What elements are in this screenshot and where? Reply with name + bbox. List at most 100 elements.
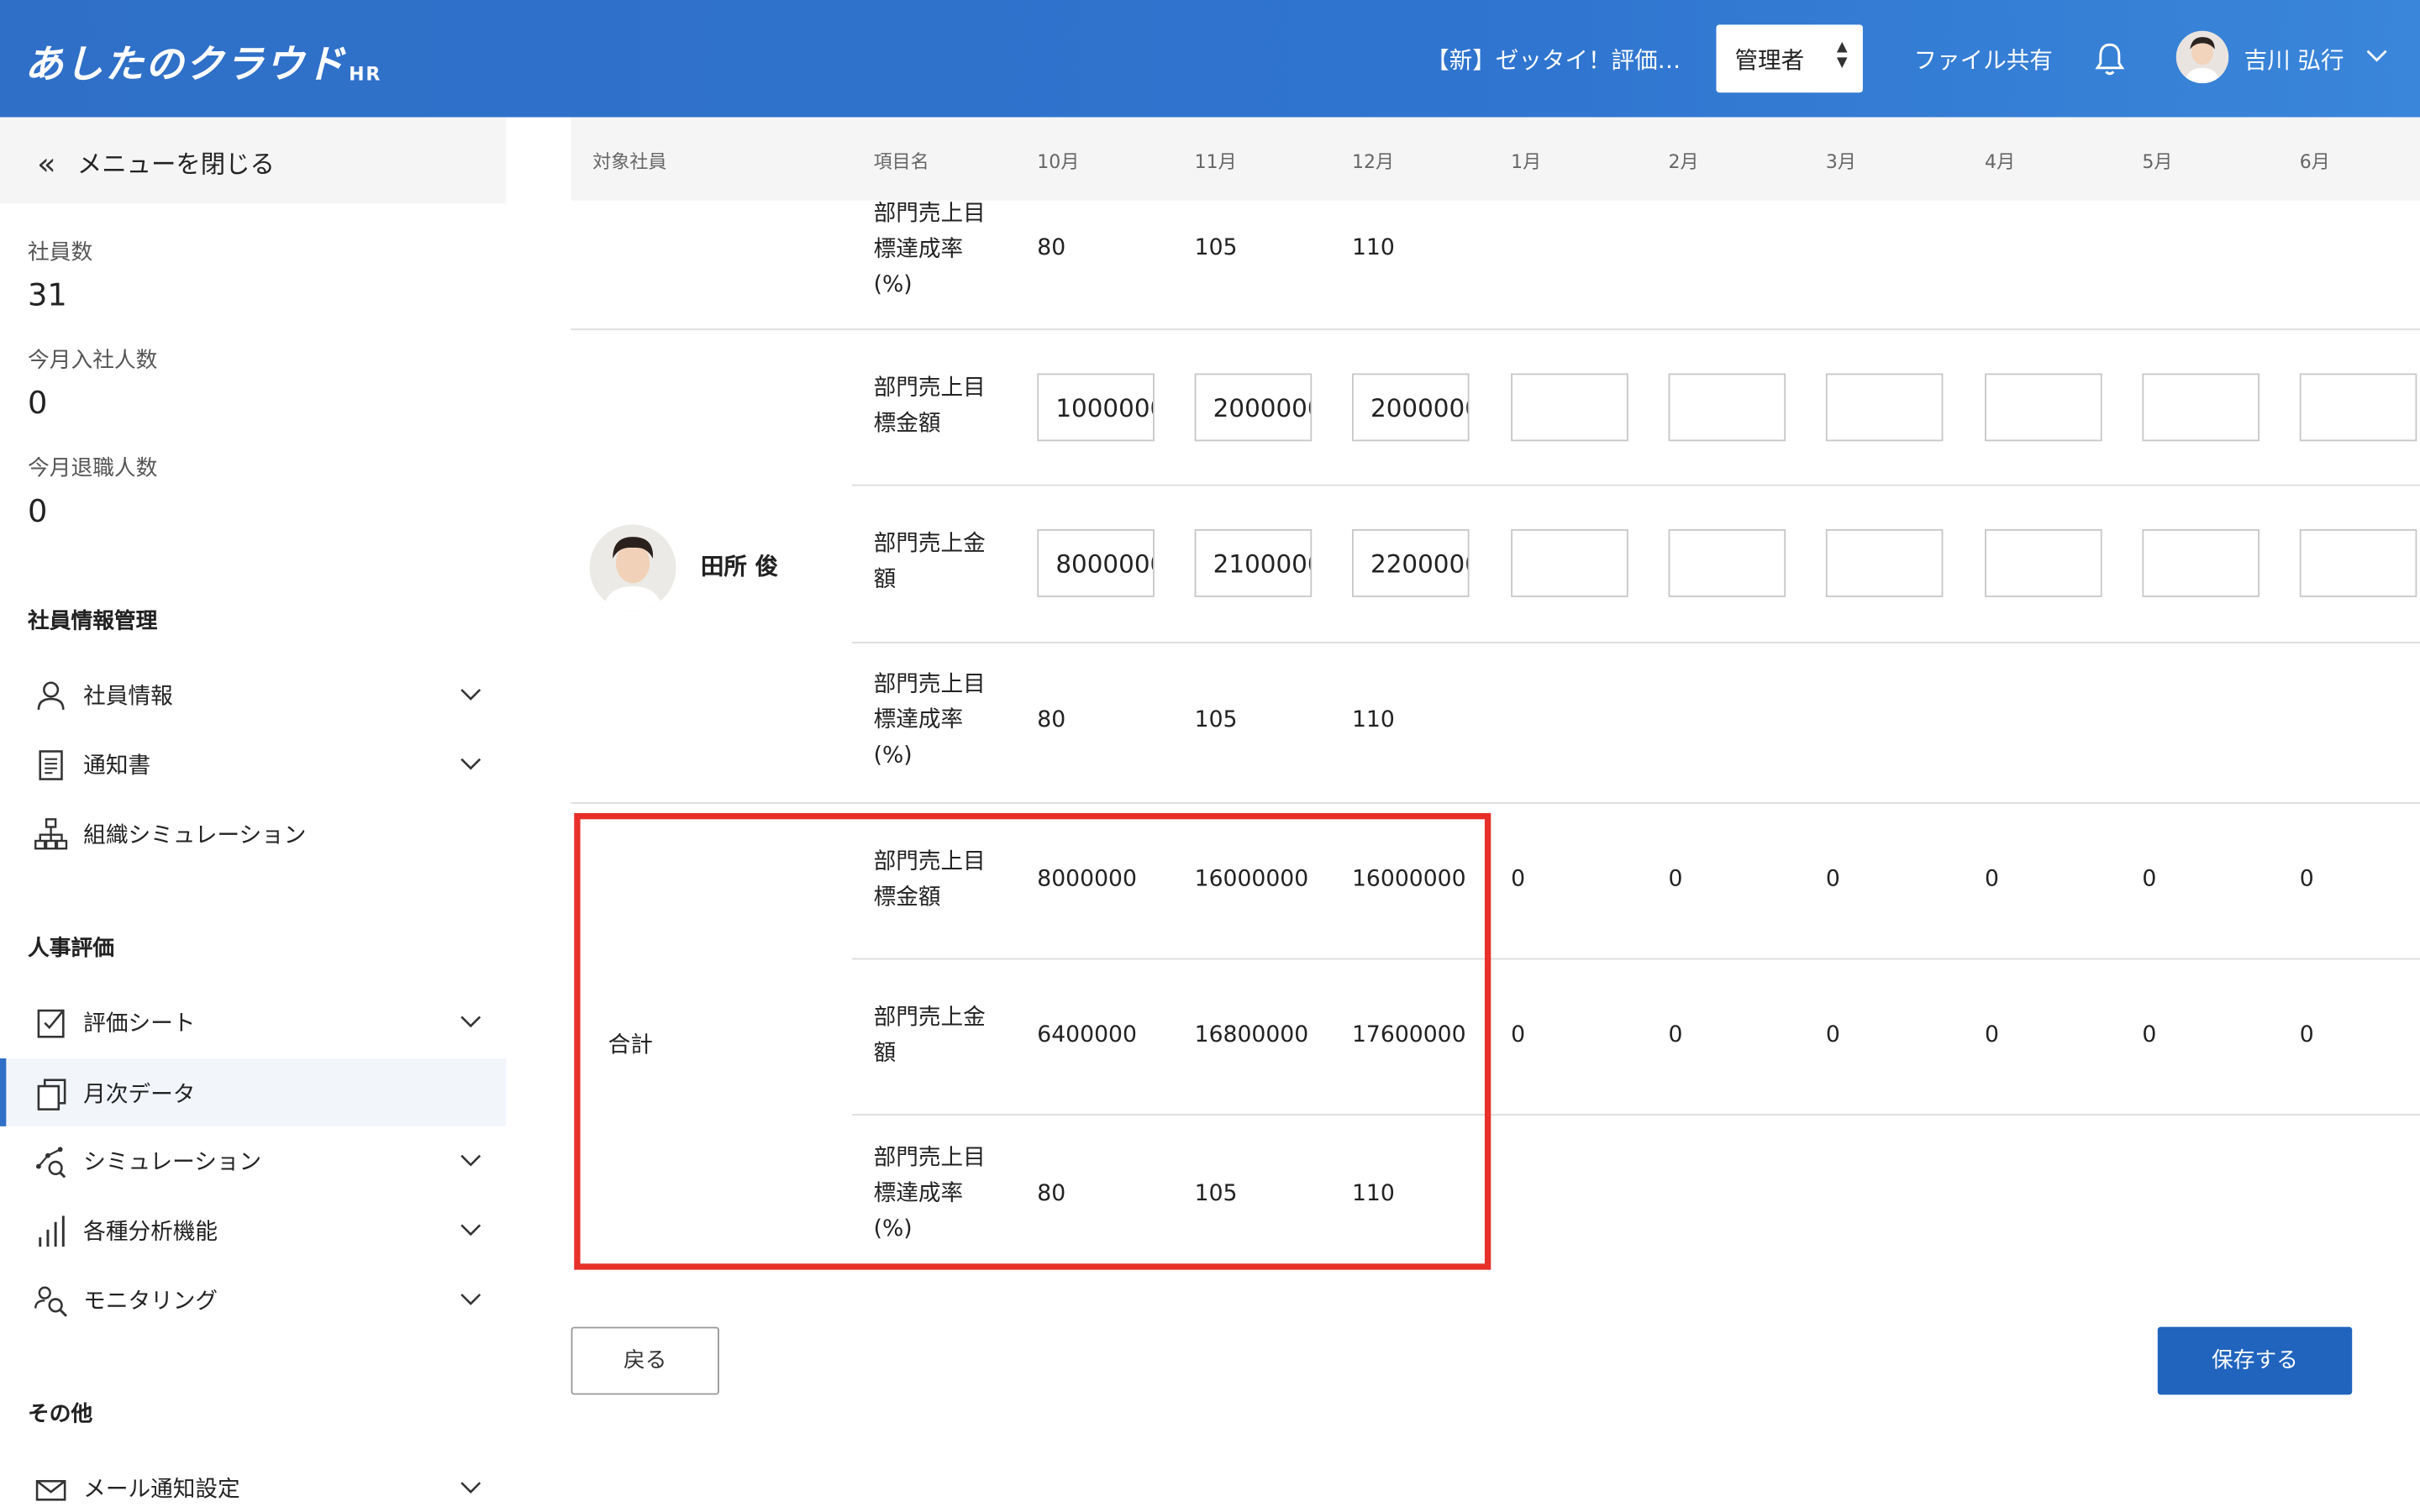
value-cell: 110 (1351, 708, 1395, 733)
item-name-cell: 部門売上目 標達成率 (%) (873, 202, 986, 298)
sidebar-item-label: 月次データ (83, 1083, 196, 1108)
monthly-input-mar[interactable] (1825, 529, 1944, 597)
double-chevron-left-icon: « (37, 144, 56, 182)
sidebar-item-label: メール通知設定 (83, 1478, 240, 1503)
total-value-cell: 0 (2299, 867, 2314, 892)
person-icon (37, 681, 65, 710)
file-share-link[interactable]: ファイル共有 (1914, 43, 2053, 76)
employee-avatar (589, 524, 676, 612)
monthly-input-feb[interactable] (1668, 529, 1786, 597)
sidebar-item-label: 通知書 (83, 754, 151, 780)
chevron-down-icon (460, 689, 481, 701)
col-header-jun: 6月 (2299, 151, 2330, 173)
sidebar-item-employee-info[interactable]: 社員情報 (0, 660, 506, 728)
monthly-input-nov[interactable]: 2000000 (1194, 373, 1313, 442)
back-button[interactable]: 戻る (571, 1326, 719, 1395)
total-value-cell: 0 (1668, 867, 1683, 892)
role-select-value: 管理者 (1734, 46, 1805, 75)
sidebar-item-mail-settings[interactable]: メール通知設定 (0, 1453, 506, 1512)
user-name[interactable]: 吉川 弘行 (2244, 43, 2344, 76)
chevron-down-icon (460, 1154, 481, 1167)
row-divider (571, 328, 2420, 331)
project-title[interactable]: 【新】ゼッタイ！評価… (1426, 43, 1681, 76)
col-header-feb: 2月 (1668, 151, 1699, 173)
sidebar-item-label: 評価シート (83, 1011, 196, 1037)
value-cell: 105 (1194, 708, 1238, 733)
monthly-input-jan[interactable] (1511, 529, 1628, 597)
section-employee-mgmt: 社員情報管理 (28, 609, 158, 634)
sidebar-item-monitoring[interactable]: モニタリング (0, 1265, 506, 1333)
chevron-down-icon (460, 758, 481, 770)
total-value-cell: 0 (2299, 1022, 2314, 1048)
monthly-input-jan[interactable] (1511, 373, 1628, 442)
app-logo[interactable]: あしたのクラウド HR (24, 34, 381, 89)
item-name-cell: 部門売上金額 (873, 532, 986, 593)
select-arrows-icon: ▲ ▼ (1836, 39, 1848, 71)
col-header-nov: 11月 (1194, 151, 1237, 173)
sidebar-item-notice[interactable]: 通知書 (0, 730, 506, 798)
chevron-down-icon[interactable] (2365, 43, 2389, 67)
value-cell: 105 (1194, 236, 1238, 261)
logo-suffix: HR (349, 63, 382, 86)
monthly-input-oct[interactable]: 8000000 (1037, 529, 1155, 597)
top-header: あしたのクラウド HR 【新】ゼッタイ！評価… 管理者 ▲ ▼ ファイル共有 吉川 … (0, 0, 2420, 118)
monthly-input-mar[interactable] (1825, 373, 1944, 442)
monthly-input-feb[interactable] (1668, 373, 1786, 442)
row-divider (851, 484, 2420, 486)
chevron-down-icon (460, 1224, 481, 1236)
monthly-input-dec[interactable]: 2200000 (1351, 529, 1470, 597)
section-other: その他 (28, 1402, 93, 1427)
monthly-input-apr[interactable] (1985, 373, 2102, 442)
section-hr-eval: 人事評価 (28, 936, 114, 962)
total-value-cell: 0 (1668, 1022, 1683, 1048)
monthly-input-apr[interactable] (1985, 529, 2102, 597)
row-divider (571, 802, 2420, 804)
total-value-cell: 0 (1985, 1022, 2000, 1048)
stat-left-label: 今月退職人数 (28, 456, 158, 482)
mail-icon (35, 1479, 66, 1501)
close-menu-button[interactable]: « メニューを閉じる (0, 117, 507, 204)
col-header-jan: 1月 (1511, 151, 1542, 173)
monthly-input-may[interactable] (2142, 373, 2260, 442)
save-button[interactable]: 保存する (2157, 1326, 2353, 1395)
total-value-cell: 0 (1511, 1022, 1526, 1048)
chevron-down-icon (460, 1294, 481, 1305)
user-avatar[interactable] (2175, 30, 2229, 84)
document-icon (39, 750, 63, 780)
stat-employee-count-label: 社員数 (28, 240, 93, 265)
sidebar-item-simulation[interactable]: シミュレーション (0, 1126, 506, 1194)
sidebar-item-org-simulation[interactable]: 組織シミュレーション (0, 799, 506, 867)
sidebar-item-label: 各種分析機能 (83, 1220, 218, 1246)
sidebar: « メニューを閉じる 社員数 31 今月入社人数 0 今月退職人数 0 社員情報… (0, 117, 508, 1512)
graph-search-icon (35, 1147, 66, 1179)
sidebar-item-analysis[interactable]: 各種分析機能 (0, 1195, 506, 1263)
col-header-oct: 10月 (1037, 151, 1080, 173)
total-value-cell: 0 (1825, 1022, 1840, 1048)
sidebar-item-label: シミュレーション (83, 1151, 262, 1176)
monthly-input-nov[interactable]: 2100000 (1194, 529, 1313, 597)
col-header-mar: 3月 (1825, 151, 1856, 173)
monthly-input-jun[interactable] (2299, 529, 2417, 597)
sidebar-item-eval-sheet[interactable]: 評価シート (0, 988, 506, 1056)
monthly-input-jun[interactable] (2299, 373, 2417, 442)
col-header-dec: 12月 (1351, 151, 1395, 173)
monthly-input-dec[interactable]: 2000000 (1351, 373, 1470, 442)
total-value-cell: 0 (1985, 867, 2000, 892)
chevron-down-icon (460, 1482, 481, 1494)
copy-icon (37, 1079, 66, 1110)
total-value-cell: 0 (1825, 867, 1840, 892)
col-header-employee: 対象社員 (592, 151, 667, 173)
monthly-input-may[interactable] (2142, 529, 2260, 597)
close-menu-label: メニューを閉じる (76, 150, 275, 180)
org-chart-icon (34, 818, 68, 850)
employee-name[interactable]: 田所 俊 (701, 549, 778, 582)
monthly-input-oct[interactable]: 1000000 (1037, 373, 1155, 442)
bell-icon[interactable] (2093, 40, 2127, 77)
row-divider (851, 642, 2420, 643)
col-header-apr: 4月 (1985, 151, 2016, 173)
sidebar-item-monthly-data[interactable]: 月次データ (0, 1058, 507, 1126)
sidebar-item-label: 社員情報 (83, 685, 173, 710)
total-value-cell: 0 (2142, 867, 2157, 892)
sidebar-item-label: 組織シミュレーション (83, 823, 307, 849)
role-select[interactable]: 管理者 ▲ ▼ (1716, 24, 1863, 93)
